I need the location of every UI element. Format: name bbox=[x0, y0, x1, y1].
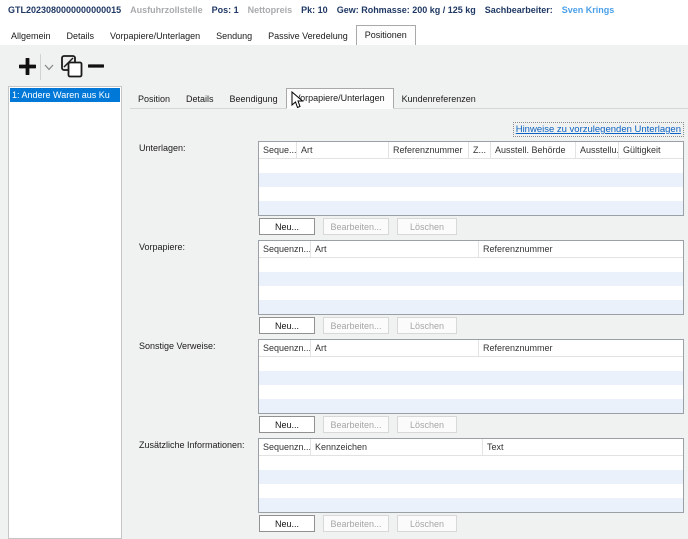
copy-position-button[interactable] bbox=[60, 54, 84, 79]
tab-kundenreferenzen[interactable]: Kundenreferenzen bbox=[394, 90, 484, 108]
tab-position[interactable]: Position bbox=[130, 90, 178, 108]
ausfuhrzollstelle-label: Ausfuhrzollstelle bbox=[130, 5, 203, 15]
tab-sendung[interactable]: Sendung bbox=[208, 27, 260, 45]
column-header-ausstell-behoerde[interactable]: Ausstell. Behörde bbox=[491, 142, 576, 158]
position-list[interactable]: 1: Andere Waren aus Ku bbox=[8, 86, 122, 539]
empty-row bbox=[259, 399, 683, 413]
empty-row bbox=[259, 286, 683, 300]
vorpapiere-loeschen-button[interactable]: Löschen bbox=[397, 317, 457, 334]
column-header-sequenz[interactable]: Sequenzn... bbox=[259, 340, 311, 356]
empty-row bbox=[259, 371, 683, 385]
empty-row bbox=[259, 470, 683, 484]
gewicht-indicator: Gew: Rohmasse: 200 kg / 125 kg bbox=[337, 5, 476, 15]
sachbearbeiter-name: Sven Krings bbox=[562, 5, 615, 15]
main-tab-bar: Allgemein Details Vorpapiere/Unterlagen … bbox=[0, 25, 688, 46]
copy-icon bbox=[60, 54, 84, 79]
column-header-ausstellu[interactable]: Ausstellu... bbox=[576, 142, 619, 158]
empty-row bbox=[259, 187, 683, 201]
column-header-text[interactable]: Text bbox=[483, 439, 683, 455]
tab-details[interactable]: Details bbox=[59, 27, 103, 45]
sonstige-verweise-table-body bbox=[259, 357, 683, 413]
plus-icon bbox=[18, 57, 37, 76]
column-header-kennzeichen[interactable]: Kennzeichen bbox=[311, 439, 483, 455]
column-header-referenznummer[interactable]: Referenznummer bbox=[479, 241, 683, 257]
empty-row bbox=[259, 201, 683, 215]
toolbar-divider bbox=[40, 54, 41, 80]
vorpapiere-neu-button[interactable]: Neu... bbox=[259, 317, 315, 334]
sonstige-loeschen-button[interactable]: Löschen bbox=[397, 416, 457, 433]
column-header-art[interactable]: Art bbox=[297, 142, 389, 158]
empty-row bbox=[259, 385, 683, 399]
tab-allgemein[interactable]: Allgemein bbox=[3, 27, 59, 45]
empty-row bbox=[259, 159, 683, 173]
empty-row bbox=[259, 258, 683, 272]
empty-row bbox=[259, 498, 683, 512]
column-header-sequenz[interactable]: Sequenzn... bbox=[259, 241, 311, 257]
add-position-button[interactable] bbox=[18, 57, 37, 76]
vorpapiere-actions: Neu... Bearbeiten... Löschen bbox=[259, 317, 457, 334]
minus-icon bbox=[88, 64, 104, 68]
vorpapiere-bearbeiten-button[interactable]: Bearbeiten... bbox=[323, 317, 389, 334]
column-header-art[interactable]: Art bbox=[311, 241, 479, 257]
vorpapiere-label: Vorpapiere: bbox=[139, 242, 185, 252]
chevron-down-icon bbox=[44, 64, 54, 71]
document-number: GTL2023080000000000015 bbox=[8, 5, 121, 15]
unterlagen-table[interactable]: Seque... Art Referenznummer Z... Ausstel… bbox=[258, 141, 684, 216]
column-header-sequenz[interactable]: Seque... bbox=[259, 142, 297, 158]
column-header-sequenz[interactable]: Sequenzn... bbox=[259, 439, 311, 455]
column-header-art[interactable]: Art bbox=[311, 340, 479, 356]
position-list-item-selected[interactable]: 1: Andere Waren aus Ku bbox=[10, 88, 120, 102]
column-header-z[interactable]: Z... bbox=[469, 142, 491, 158]
position-tab-bar: Position Details Beendigung Vorpapiere/U… bbox=[130, 89, 688, 109]
column-header-referenznummer[interactable]: Referenznummer bbox=[389, 142, 469, 158]
sonstige-verweise-table[interactable]: Sequenzn... Art Referenznummer bbox=[258, 339, 684, 414]
unterlagen-table-header: Seque... Art Referenznummer Z... Ausstel… bbox=[259, 142, 683, 159]
mouse-cursor-icon bbox=[291, 91, 304, 110]
sonstige-bearbeiten-button[interactable]: Bearbeiten... bbox=[323, 416, 389, 433]
pk-indicator: Pk: 10 bbox=[301, 5, 328, 15]
unterlagen-loeschen-button[interactable]: Löschen bbox=[397, 218, 457, 235]
zusaetzliche-informationen-table-body bbox=[259, 456, 683, 512]
zusatz-loeschen-button[interactable]: Löschen bbox=[397, 515, 457, 532]
sachbearbeiter-label: Sachbearbeiter: bbox=[485, 5, 553, 15]
sonstige-neu-button[interactable]: Neu... bbox=[259, 416, 315, 433]
sonstige-verweise-table-header: Sequenzn... Art Referenznummer bbox=[259, 340, 683, 357]
tab-passive-veredelung[interactable]: Passive Veredelung bbox=[260, 27, 356, 45]
vorpapiere-table[interactable]: Sequenzn... Art Referenznummer bbox=[258, 240, 684, 315]
sonstige-verweise-actions: Neu... Bearbeiten... Löschen bbox=[259, 416, 457, 433]
zusaetzliche-informationen-table-header: Sequenzn... Kennzeichen Text bbox=[259, 439, 683, 456]
hinweise-unterlagen-link[interactable]: Hinweise zu vorzulegenden Unterlagen bbox=[513, 122, 684, 137]
zusatz-bearbeiten-button[interactable]: Bearbeiten... bbox=[323, 515, 389, 532]
app-window: GTL2023080000000000015 Ausfuhrzollstelle… bbox=[0, 0, 688, 539]
tab-beendigung[interactable]: Beendigung bbox=[222, 90, 286, 108]
zusatz-neu-button[interactable]: Neu... bbox=[259, 515, 315, 532]
empty-row bbox=[259, 456, 683, 470]
remove-position-button[interactable] bbox=[88, 64, 104, 68]
empty-row bbox=[259, 300, 683, 314]
empty-row bbox=[259, 484, 683, 498]
unterlagen-neu-button[interactable]: Neu... bbox=[259, 218, 315, 235]
sonstige-verweise-label: Sonstige Verweise: bbox=[139, 341, 216, 351]
vorpapiere-table-header: Sequenzn... Art Referenznummer bbox=[259, 241, 683, 258]
info-bar: GTL2023080000000000015 Ausfuhrzollstelle… bbox=[0, 0, 688, 20]
empty-row bbox=[259, 173, 683, 187]
empty-row bbox=[259, 357, 683, 371]
tab-vorpapiere-unterlagen[interactable]: Vorpapiere/Unterlagen bbox=[102, 27, 208, 45]
pos-indicator: Pos: 1 bbox=[212, 5, 239, 15]
add-position-dropdown[interactable] bbox=[44, 64, 54, 71]
zusaetzliche-informationen-table[interactable]: Sequenzn... Kennzeichen Text bbox=[258, 438, 684, 513]
nettopreis-label: Nettopreis bbox=[248, 5, 293, 15]
tab-position-details[interactable]: Details bbox=[178, 90, 222, 108]
unterlagen-actions: Neu... Bearbeiten... Löschen bbox=[259, 218, 457, 235]
column-header-referenznummer[interactable]: Referenznummer bbox=[479, 340, 683, 356]
empty-row bbox=[259, 272, 683, 286]
zusaetzliche-informationen-label: Zusätzliche Informationen: bbox=[139, 440, 245, 450]
unterlagen-bearbeiten-button[interactable]: Bearbeiten... bbox=[323, 218, 389, 235]
unterlagen-label: Unterlagen: bbox=[139, 143, 186, 153]
unterlagen-table-body bbox=[259, 159, 683, 215]
tab-positionen[interactable]: Positionen bbox=[356, 25, 416, 46]
vorpapiere-table-body bbox=[259, 258, 683, 314]
zusaetzliche-informationen-actions: Neu... Bearbeiten... Löschen bbox=[259, 515, 457, 532]
column-header-gueltigkeit[interactable]: Gültigkeit bbox=[619, 142, 683, 158]
